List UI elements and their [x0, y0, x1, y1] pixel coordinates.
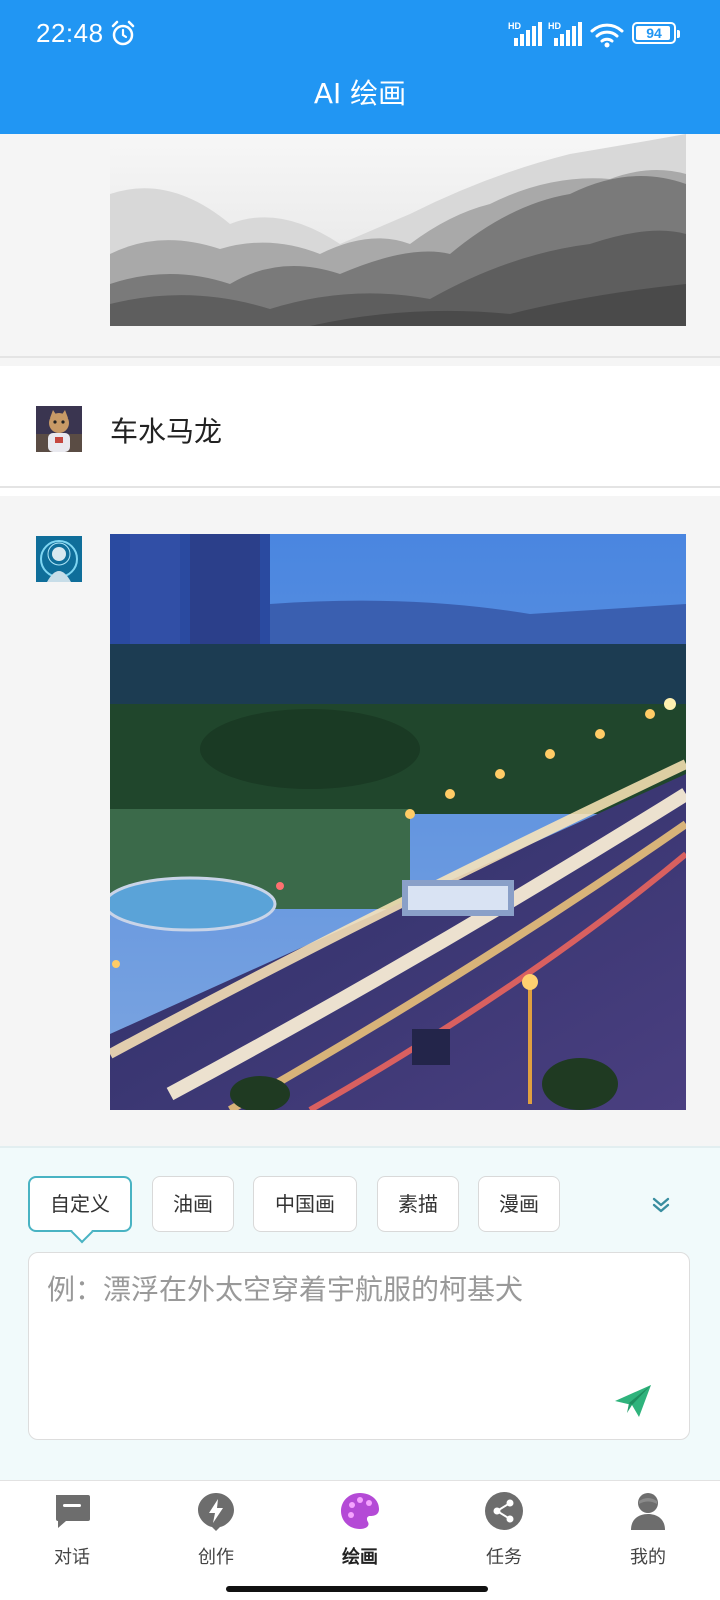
nav-item-paint[interactable]: 绘画	[288, 1481, 432, 1581]
nav-label-paint: 绘画	[342, 1547, 378, 1568]
signal-icon: HD	[508, 21, 542, 46]
profile-icon	[631, 1493, 665, 1530]
status-bar: 22:48 HD HD 94	[0, 0, 720, 68]
style-chip-sketch[interactable]: 素描	[377, 1176, 459, 1232]
nav-label-create: 创作	[198, 1547, 234, 1568]
send-icon[interactable]	[613, 1383, 653, 1419]
style-chip-comic[interactable]: 漫画	[478, 1176, 560, 1232]
nav-label-task: 任务	[486, 1547, 522, 1568]
divider	[0, 356, 720, 358]
chat-icon	[56, 1495, 90, 1528]
nav-item-chat[interactable]: 对话	[0, 1481, 144, 1581]
alarm-icon	[111, 20, 135, 46]
chevron-double-down-icon[interactable]	[648, 1192, 674, 1218]
svg-text:HD: HD	[548, 21, 561, 31]
share-icon	[485, 1492, 523, 1530]
generated-image-traffic[interactable]	[110, 534, 686, 1110]
input-panel: 自定义 油画 中国画 素描 漫画	[0, 1146, 720, 1480]
status-time: 22:48	[36, 18, 104, 48]
nav-item-create[interactable]: 创作	[144, 1481, 288, 1581]
nav-item-me[interactable]: 我的	[576, 1481, 720, 1581]
bot-avatar[interactable]	[36, 536, 82, 582]
prompt-box[interactable]	[28, 1252, 690, 1440]
palette-icon	[341, 1493, 379, 1529]
signal-icon: HD	[548, 21, 582, 46]
user-message-row: 车水马龙	[0, 366, 720, 496]
wifi-icon	[590, 23, 624, 48]
svg-text:HD: HD	[508, 21, 521, 31]
page-title: AI 绘画	[313, 77, 407, 110]
style-chip-custom[interactable]: 自定义	[28, 1176, 132, 1232]
style-chip-chinese-painting[interactable]: 中国画	[253, 1176, 357, 1232]
user-avatar[interactable]	[36, 406, 82, 452]
style-chip-oil-painting[interactable]: 油画	[152, 1176, 234, 1232]
generated-image-ink-landscape[interactable]	[110, 134, 686, 326]
nav-item-task[interactable]: 任务	[432, 1481, 576, 1581]
divider	[0, 486, 720, 488]
prompt-input[interactable]	[47, 1273, 607, 1306]
nav-label-chat: 对话	[54, 1547, 90, 1568]
nav-label-me: 我的	[630, 1547, 666, 1568]
battery-percent: 94	[646, 25, 662, 41]
home-indicator[interactable]	[226, 1586, 488, 1592]
bottom-nav: 对话 创作 绘画 任务 我的	[0, 1480, 720, 1600]
battery-icon: 94	[632, 22, 680, 44]
chat-area[interactable]: 车水马龙	[0, 134, 720, 1146]
user-message-text: 车水马龙	[110, 415, 223, 448]
lightning-icon	[198, 1493, 234, 1531]
app-header: 22:48 HD HD 94 AI 绘画	[0, 0, 720, 134]
